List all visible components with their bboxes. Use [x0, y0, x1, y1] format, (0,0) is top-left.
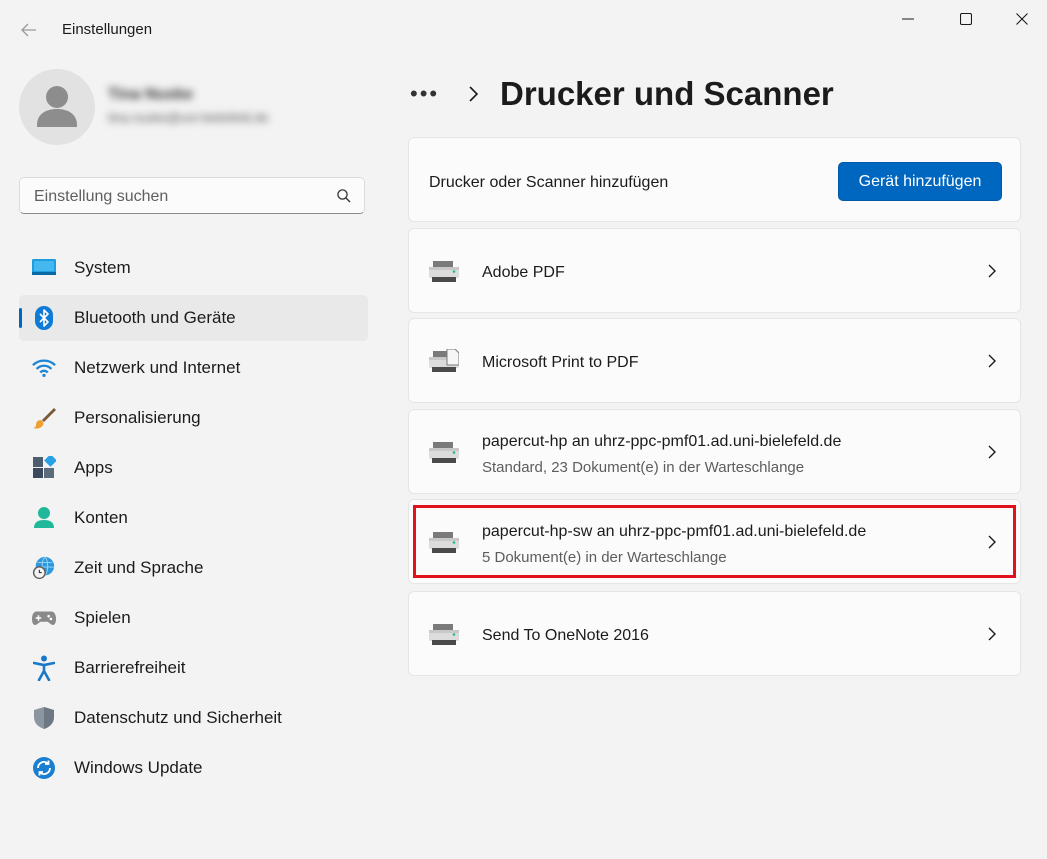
- add-device-label: Drucker oder Scanner hinzufügen: [429, 174, 669, 191]
- user-name: Tina Nuske: [108, 86, 194, 103]
- sidebar-item-personalization[interactable]: Personalisierung: [19, 395, 368, 441]
- sidebar-item-label: Windows Update: [74, 758, 203, 777]
- chevron-right-icon: [988, 445, 996, 459]
- sidebar-item-accounts[interactable]: Konten: [19, 495, 368, 541]
- title-bar: Einstellungen: [0, 0, 1047, 60]
- printer-item-papercut-hp-sw[interactable]: papercut-hp-sw an uhrz-ppc-pmf01.ad.uni-…: [408, 499, 1021, 584]
- printer-icon: [429, 261, 459, 282]
- search-input[interactable]: [32, 184, 326, 210]
- printer-icon: [429, 532, 459, 553]
- wifi-icon: [32, 356, 56, 380]
- printer-item-send-to-onenote[interactable]: Send To OneNote 2016: [408, 591, 1021, 676]
- maximize-icon: [960, 13, 972, 25]
- sidebar-item-gaming[interactable]: Spielen: [19, 595, 368, 641]
- sidebar-item-label: Datenschutz und Sicherheit: [74, 708, 282, 727]
- printer-item-papercut-hp[interactable]: papercut-hp an uhrz-ppc-pmf01.ad.uni-bie…: [408, 409, 1021, 494]
- shield-icon: [32, 706, 56, 730]
- printer-name: papercut-hp an uhrz-ppc-pmf01.ad.uni-bie…: [482, 433, 842, 450]
- sidebar-item-label: Bluetooth und Geräte: [74, 308, 236, 327]
- sidebar-item-windows-update[interactable]: Windows Update: [19, 745, 368, 791]
- printer-status: Standard, 23 Dokument(e) in der Wartesch…: [482, 459, 805, 476]
- minimize-icon: [902, 18, 914, 20]
- sidebar-item-bluetooth[interactable]: Bluetooth und Geräte: [19, 295, 368, 341]
- sidebar-item-accessibility[interactable]: Barrierefreiheit: [19, 645, 368, 691]
- globe-clock-icon: [32, 556, 56, 580]
- system-icon: [32, 256, 56, 280]
- printer-name: Microsoft Print to PDF: [482, 354, 639, 371]
- sidebar-item-time-language[interactable]: Zeit und Sprache: [19, 545, 368, 591]
- sidebar-item-system[interactable]: System: [19, 245, 368, 291]
- sidebar-nav: System Bluetooth und Geräte Netzwerk und…: [19, 245, 368, 795]
- back-button[interactable]: [14, 16, 44, 44]
- sidebar-item-network[interactable]: Netzwerk und Internet: [19, 345, 368, 391]
- accessibility-icon: [32, 655, 56, 681]
- avatar[interactable]: [19, 69, 95, 145]
- sidebar-item-label: Personalisierung: [74, 408, 201, 427]
- add-device-button[interactable]: Gerät hinzufügen: [838, 162, 1002, 201]
- chevron-right-icon: [988, 264, 996, 278]
- printer-icon: [429, 624, 459, 645]
- printer-name: Adobe PDF: [482, 264, 565, 281]
- chevron-right-icon: [988, 354, 996, 368]
- brush-icon: [32, 406, 56, 430]
- page-title: Drucker und Scanner: [500, 75, 834, 112]
- sidebar-item-label: Konten: [74, 508, 128, 527]
- user-email: tina.nuske@uni-bielefeld.de: [108, 110, 269, 125]
- sidebar-item-label: Netzwerk und Internet: [74, 358, 241, 377]
- printer-icon: [429, 349, 459, 372]
- maximize-button[interactable]: [938, 0, 994, 38]
- sidebar-item-label: Apps: [74, 458, 113, 477]
- add-device-card: Drucker oder Scanner hinzufügen Gerät hi…: [408, 137, 1021, 222]
- app-title: Einstellungen: [62, 21, 153, 38]
- apps-icon: [32, 456, 56, 480]
- sidebar-item-label: System: [74, 258, 131, 277]
- more-icon[interactable]: •••: [410, 81, 450, 107]
- sidebar-item-label: Barrierefreiheit: [74, 658, 186, 677]
- close-icon: [1016, 13, 1028, 25]
- sidebar-item-apps[interactable]: Apps: [19, 445, 368, 491]
- account-icon: [32, 506, 56, 530]
- close-button[interactable]: [994, 0, 1047, 38]
- printer-name: papercut-hp-sw an uhrz-ppc-pmf01.ad.uni-…: [482, 523, 867, 540]
- minimize-button[interactable]: [880, 0, 936, 38]
- printer-status: 5 Dokument(e) in der Warteschlange: [482, 549, 727, 566]
- update-icon: [32, 756, 56, 780]
- breadcrumb: ••• Drucker und Scanner: [410, 72, 834, 116]
- printer-item-microsoft-print-to-pdf[interactable]: Microsoft Print to PDF: [408, 318, 1021, 403]
- gamepad-icon: [32, 606, 56, 630]
- printer-item-adobe-pdf[interactable]: Adobe PDF: [408, 228, 1021, 313]
- chevron-right-icon: [988, 535, 996, 549]
- chevron-right-icon: [988, 627, 996, 641]
- bluetooth-icon: [32, 306, 56, 330]
- sidebar-item-label: Zeit und Sprache: [74, 558, 204, 577]
- user-silhouette-icon: [37, 86, 77, 127]
- search-icon[interactable]: [336, 188, 352, 204]
- arrow-left-icon: [21, 23, 36, 37]
- sidebar-item-privacy-security[interactable]: Datenschutz und Sicherheit: [19, 695, 368, 741]
- printer-icon: [429, 442, 459, 463]
- chevron-right-icon: [462, 86, 484, 102]
- search-box[interactable]: [19, 177, 365, 214]
- sidebar-item-label: Spielen: [74, 608, 131, 627]
- printer-name: Send To OneNote 2016: [482, 627, 649, 644]
